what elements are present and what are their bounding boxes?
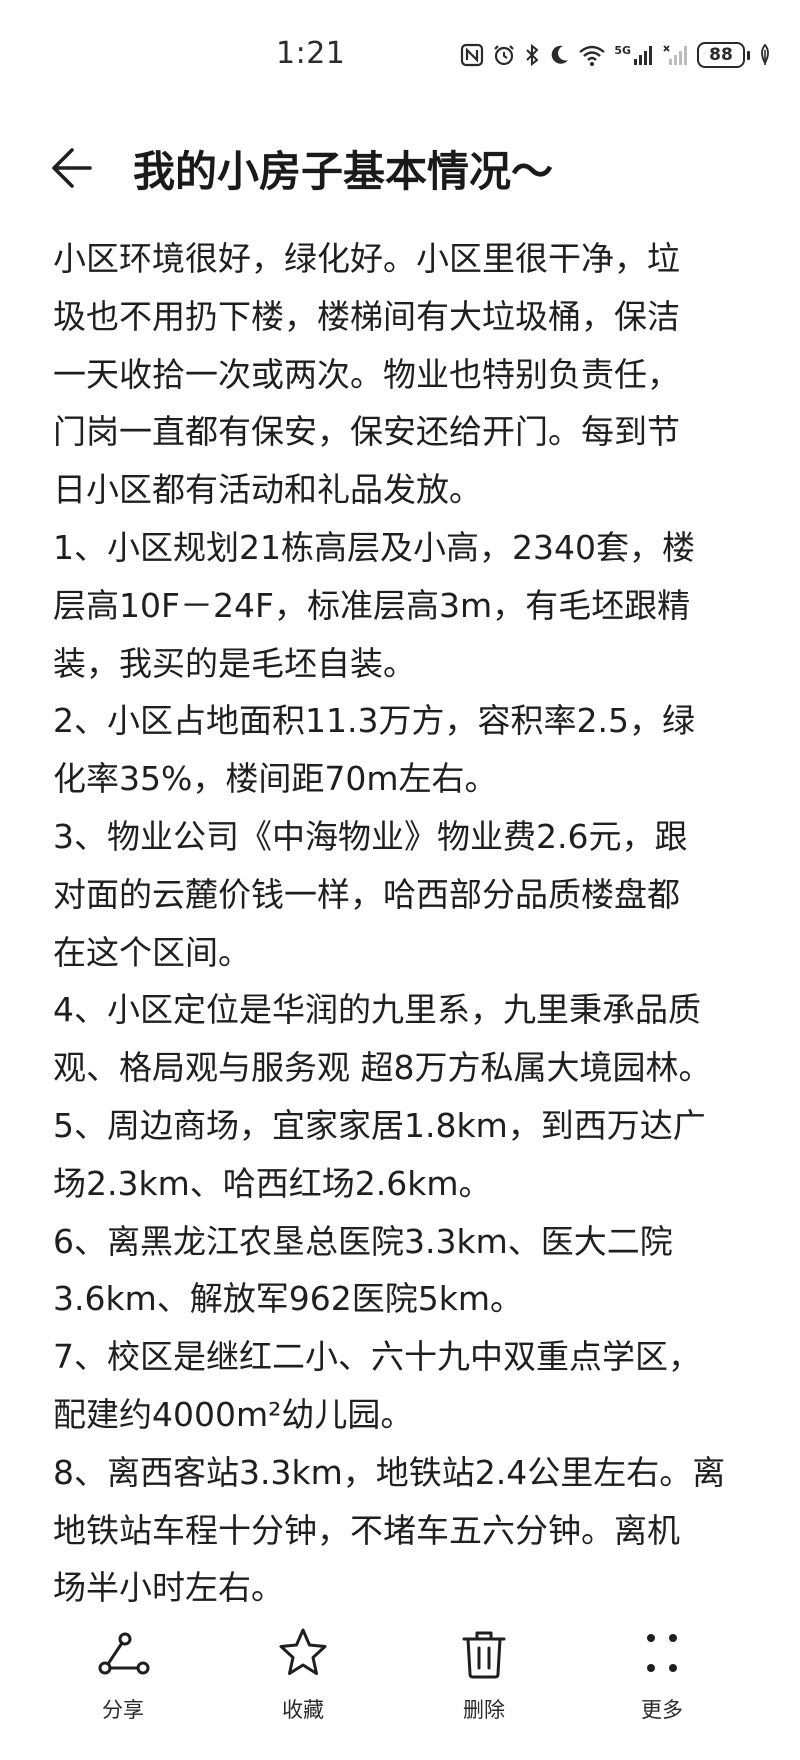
arrow-left-icon: [52, 148, 92, 188]
signal-bars-icon: [634, 46, 652, 65]
alarm-icon: [494, 45, 515, 66]
paragraph-item-8: 8、离西客站3.3km，地铁站2.4公里左右。离 地铁站车程十分钟，不堵车五六分…: [53, 1444, 753, 1617]
delete-button[interactable]: 删除: [424, 1624, 544, 1744]
page-title: 我的小房子基本情况～: [133, 147, 554, 196]
text-line: 门岗一直都有保安，保安还给开门。每到节: [53, 412, 680, 452]
header: 我的小房子基本情况～: [0, 128, 800, 208]
text-line: 场2.3km、哈西红场2.6km。: [53, 1163, 492, 1203]
collect-button[interactable]: 收藏: [243, 1624, 363, 1744]
do-not-disturb-moon-icon: [552, 45, 569, 64]
paragraph-item-3: 3、物业公司《中海物业》物业费2.6元，跟 对面的云麓价钱一样，哈西部分品质楼盘…: [53, 808, 753, 981]
text-line: 6、离黑龙江农垦总医院3.3km、医大二院: [53, 1221, 673, 1261]
battery-cap: [747, 50, 750, 60]
bluetooth-icon: [526, 43, 539, 67]
bottom-toolbar: 分享 收藏 删除 更多: [0, 1624, 800, 1760]
text-line: 层高10F－24F，标准层高3m，有毛坯跟精: [53, 585, 691, 625]
text-line: 2、小区占地面积11.3万方，容积率2.5，绿: [53, 701, 695, 741]
text-line: 日小区都有活动和礼品发放。: [53, 470, 482, 510]
note-content[interactable]: 小区环境很好，绿化好。小区里很干净，垃 圾也不用扔下楼，楼梯间有大垃圾桶，保洁 …: [53, 230, 753, 1617]
share-button[interactable]: 分享: [63, 1624, 183, 1744]
paragraph-intro: 小区环境很好，绿化好。小区里很干净，垃 圾也不用扔下楼，楼梯间有大垃圾桶，保洁 …: [53, 230, 753, 519]
paragraph-item-2: 2、小区占地面积11.3万方，容积率2.5，绿 化率35%，楼间距70m左右。: [53, 692, 753, 808]
status-bar: 1:21 5G 88: [0, 0, 800, 120]
network-type-label: 5G: [614, 44, 631, 57]
text-line: 场半小时左右。: [53, 1568, 284, 1608]
share-icon: [98, 1632, 150, 1675]
more-button[interactable]: 更多: [602, 1624, 722, 1744]
text-line: 观、格局观与服务观 超8万方私属大境园林。: [53, 1048, 712, 1088]
battery-indicator: 88: [697, 42, 750, 68]
back-button[interactable]: [48, 144, 104, 192]
cellular-signal-5g: 5G: [614, 44, 655, 66]
text-line: 7、校区是继红二小、六十九中双重点学区，: [53, 1337, 701, 1377]
more-dots-icon: [647, 1634, 677, 1672]
more-label: 更多: [641, 1698, 683, 1722]
battery-level: 88: [697, 42, 745, 68]
status-time: 1:21: [276, 36, 346, 71]
paragraph-item-6: 6、离黑龙江农垦总医院3.3km、医大二院 3.6km、解放军962医院5km。: [53, 1213, 753, 1329]
paragraph-item-1: 1、小区规划21栋高层及小高，2340套，楼 层高10F－24F，标准层高3m，…: [53, 519, 753, 692]
power-saving-leaf-icon: [761, 44, 769, 65]
text-line: 配建约4000m²幼儿园。: [53, 1394, 414, 1434]
text-line: 小区环境很好，绿化好。小区里很干净，垃: [53, 239, 680, 278]
text-line: 一天收拾一次或两次。物业也特别负责任，: [53, 354, 680, 394]
text-line: 对面的云麓价钱一样，哈西部分品质楼盘都: [53, 874, 680, 914]
paragraph-item-7: 7、校区是继红二小、六十九中双重点学区， 配建约4000m²幼儿园。: [53, 1328, 753, 1444]
text-line: 4、小区定位是华润的九里系，九里秉承品质: [53, 990, 701, 1030]
trash-icon: [462, 1631, 506, 1679]
text-line: 在这个区间。: [53, 932, 251, 972]
text-line: 3.6km、解放军962医院5km。: [53, 1279, 523, 1319]
delete-label: 删除: [463, 1698, 505, 1722]
status-icons: 5G 88: [460, 42, 772, 68]
text-line: 3、物业公司《中海物业》物业费2.6元，跟: [53, 816, 688, 856]
sim2-no-signal-icon: [663, 45, 687, 65]
text-line: 8、离西客站3.3km，地铁站2.4公里左右。离: [53, 1452, 726, 1492]
text-line: 地铁站车程十分钟，不堵车五六分钟。离机: [53, 1510, 680, 1550]
share-label: 分享: [102, 1698, 144, 1722]
wifi-icon: [579, 45, 606, 66]
text-line: 5、周边商场，宜家家居1.8km，到西万达广: [53, 1105, 706, 1145]
star-icon: [279, 1628, 327, 1675]
text-line: 1、小区规划21栋高层及小高，2340套，楼: [53, 527, 695, 567]
text-line: 圾也不用扔下楼，楼梯间有大垃圾桶，保洁: [53, 296, 680, 336]
nfc-icon: [461, 43, 484, 67]
text-line: 装，我买的是毛坯自装。: [53, 643, 416, 683]
paragraph-item-4: 4、小区定位是华润的九里系，九里秉承品质 观、格局观与服务观 超8万方私属大境园…: [53, 981, 753, 1097]
paragraph-item-5: 5、周边商场，宜家家居1.8km，到西万达广 场2.3km、哈西红场2.6km。: [53, 1097, 753, 1213]
collect-label: 收藏: [282, 1698, 324, 1722]
text-line: 化率35%，楼间距70m左右。: [53, 759, 498, 799]
